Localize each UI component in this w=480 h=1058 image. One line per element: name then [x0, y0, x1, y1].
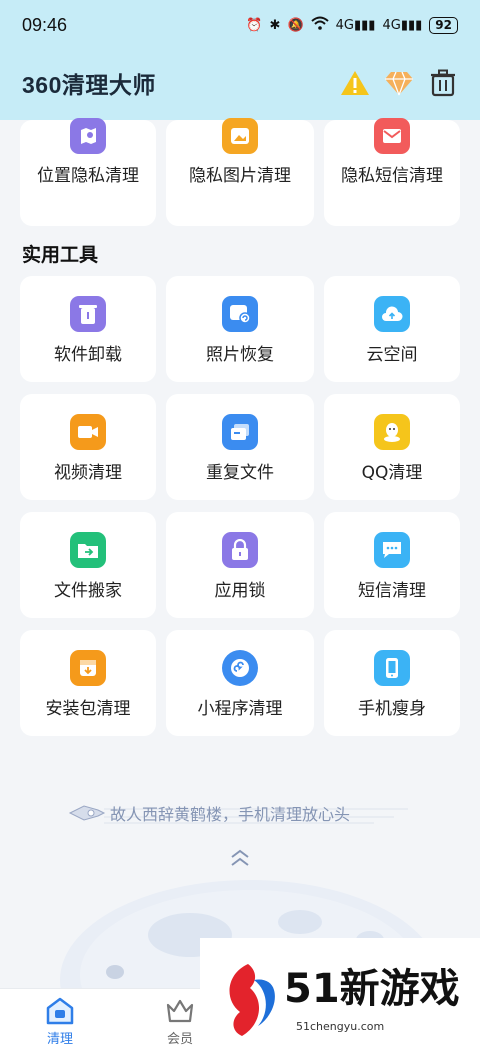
signal-icon-2: 4G▮▮▮: [382, 17, 423, 33]
privacy-card-photo[interactable]: 隐私图片清理: [166, 118, 314, 226]
watermark-logo-icon: [229, 964, 275, 1036]
watermark-url: 51chengyu.com: [296, 1020, 385, 1033]
card-label: 照片恢复: [206, 345, 274, 365]
sms-icon: [374, 532, 410, 568]
privacy-card-location[interactable]: 位置隐私清理: [20, 118, 156, 226]
app-bar-actions: [340, 68, 458, 98]
nav-label-clean: 清理: [46, 1032, 73, 1047]
card-label: 位置隐私清理: [37, 166, 139, 186]
card-label: 隐私图片清理: [189, 166, 291, 186]
tool-card-video[interactable]: 视频清理: [20, 394, 156, 500]
tool-card-sms[interactable]: 短信清理: [324, 512, 460, 618]
package-icon: [70, 650, 106, 686]
private-photo-icon: [222, 118, 258, 154]
app-bar: 360清理大师: [0, 58, 480, 108]
private-sms-icon: [374, 118, 410, 154]
home-clean-icon: [46, 997, 74, 1025]
signal-label-2: 4G: [382, 17, 401, 33]
tool-card-package[interactable]: 安装包清理: [20, 630, 156, 736]
slogan-banner: 故人西辞黄鹤楼，手机清理放心头: [64, 796, 414, 830]
mini-program-icon: [222, 650, 258, 686]
status-icons: ⏰ ✱ 🔕 4G▮▮▮ 4G▮▮▮ 92: [246, 16, 458, 34]
tool-card-file-move[interactable]: 文件搬家: [20, 512, 156, 618]
crown-icon: [166, 999, 194, 1023]
file-move-icon: [70, 532, 106, 568]
signal-icon-1: 4G▮▮▮: [335, 17, 376, 33]
card-label: 隐私短信清理: [341, 166, 443, 186]
tool-card-duplicate[interactable]: 重复文件: [166, 394, 314, 500]
tool-card-mini-program[interactable]: 小程序清理: [166, 630, 314, 736]
card-label: 视频清理: [54, 463, 122, 483]
card-label: 小程序清理: [197, 699, 283, 719]
watermark: 51新游戏 51chengyu.com: [200, 938, 480, 1058]
bluetooth-icon: ✱: [269, 17, 281, 33]
app-title: 360清理大师: [22, 72, 156, 98]
tool-card-photo-restore[interactable]: 照片恢复: [166, 276, 314, 382]
card-label: 应用锁: [214, 581, 266, 601]
tool-card-phone-slim[interactable]: 手机瘦身: [324, 630, 460, 736]
mute-icon: 🔕: [287, 17, 304, 33]
battery-icon: 92: [429, 16, 458, 34]
card-label: 文件搬家: [54, 581, 122, 601]
app-lock-icon: [222, 532, 258, 568]
photo-restore-icon: [222, 296, 258, 332]
trash-icon[interactable]: [428, 68, 458, 98]
phone-slim-icon: [374, 650, 410, 686]
tool-card-uninstall[interactable]: 软件卸载: [20, 276, 156, 382]
signal-label-1: 4G: [335, 17, 354, 33]
section-title: 实用工具: [22, 244, 99, 266]
card-label: 重复文件: [206, 463, 274, 483]
card-label: QQ清理: [361, 463, 423, 483]
duplicate-file-icon: [222, 414, 258, 450]
cloud-icon: [374, 296, 410, 332]
alarm-icon: ⏰: [246, 17, 263, 33]
card-label: 手机瘦身: [358, 699, 426, 719]
status-time: 09:46: [22, 14, 68, 35]
status-bar: 09:46 ⏰ ✱ 🔕 4G▮▮▮ 4G▮▮▮ 92: [0, 0, 480, 50]
privacy-card-sms[interactable]: 隐私短信清理: [324, 118, 460, 226]
tool-card-app-lock[interactable]: 应用锁: [166, 512, 314, 618]
nav-label-vip: 会员: [166, 1032, 193, 1047]
wifi-icon: [310, 16, 329, 34]
slogan-text: 故人西辞黄鹤楼，手机清理放心头: [110, 805, 351, 824]
card-label: 软件卸载: [54, 345, 122, 365]
location-privacy-icon: [70, 118, 106, 154]
nav-tab-clean[interactable]: 清理: [30, 997, 90, 1047]
card-label: 云空间: [366, 345, 418, 365]
tool-card-qq[interactable]: QQ清理: [324, 394, 460, 500]
card-label: 短信清理: [358, 581, 426, 601]
tool-card-cloud[interactable]: 云空间: [324, 276, 460, 382]
watermark-brand: 51新游戏: [284, 966, 460, 1012]
uninstall-icon: [70, 296, 106, 332]
qq-icon: [374, 414, 410, 450]
vip-diamond-icon[interactable]: [384, 68, 414, 98]
chevron-up-icon[interactable]: [228, 848, 252, 872]
card-label: 安装包清理: [45, 699, 131, 719]
warning-icon[interactable]: [340, 68, 370, 98]
video-icon: [70, 414, 106, 450]
